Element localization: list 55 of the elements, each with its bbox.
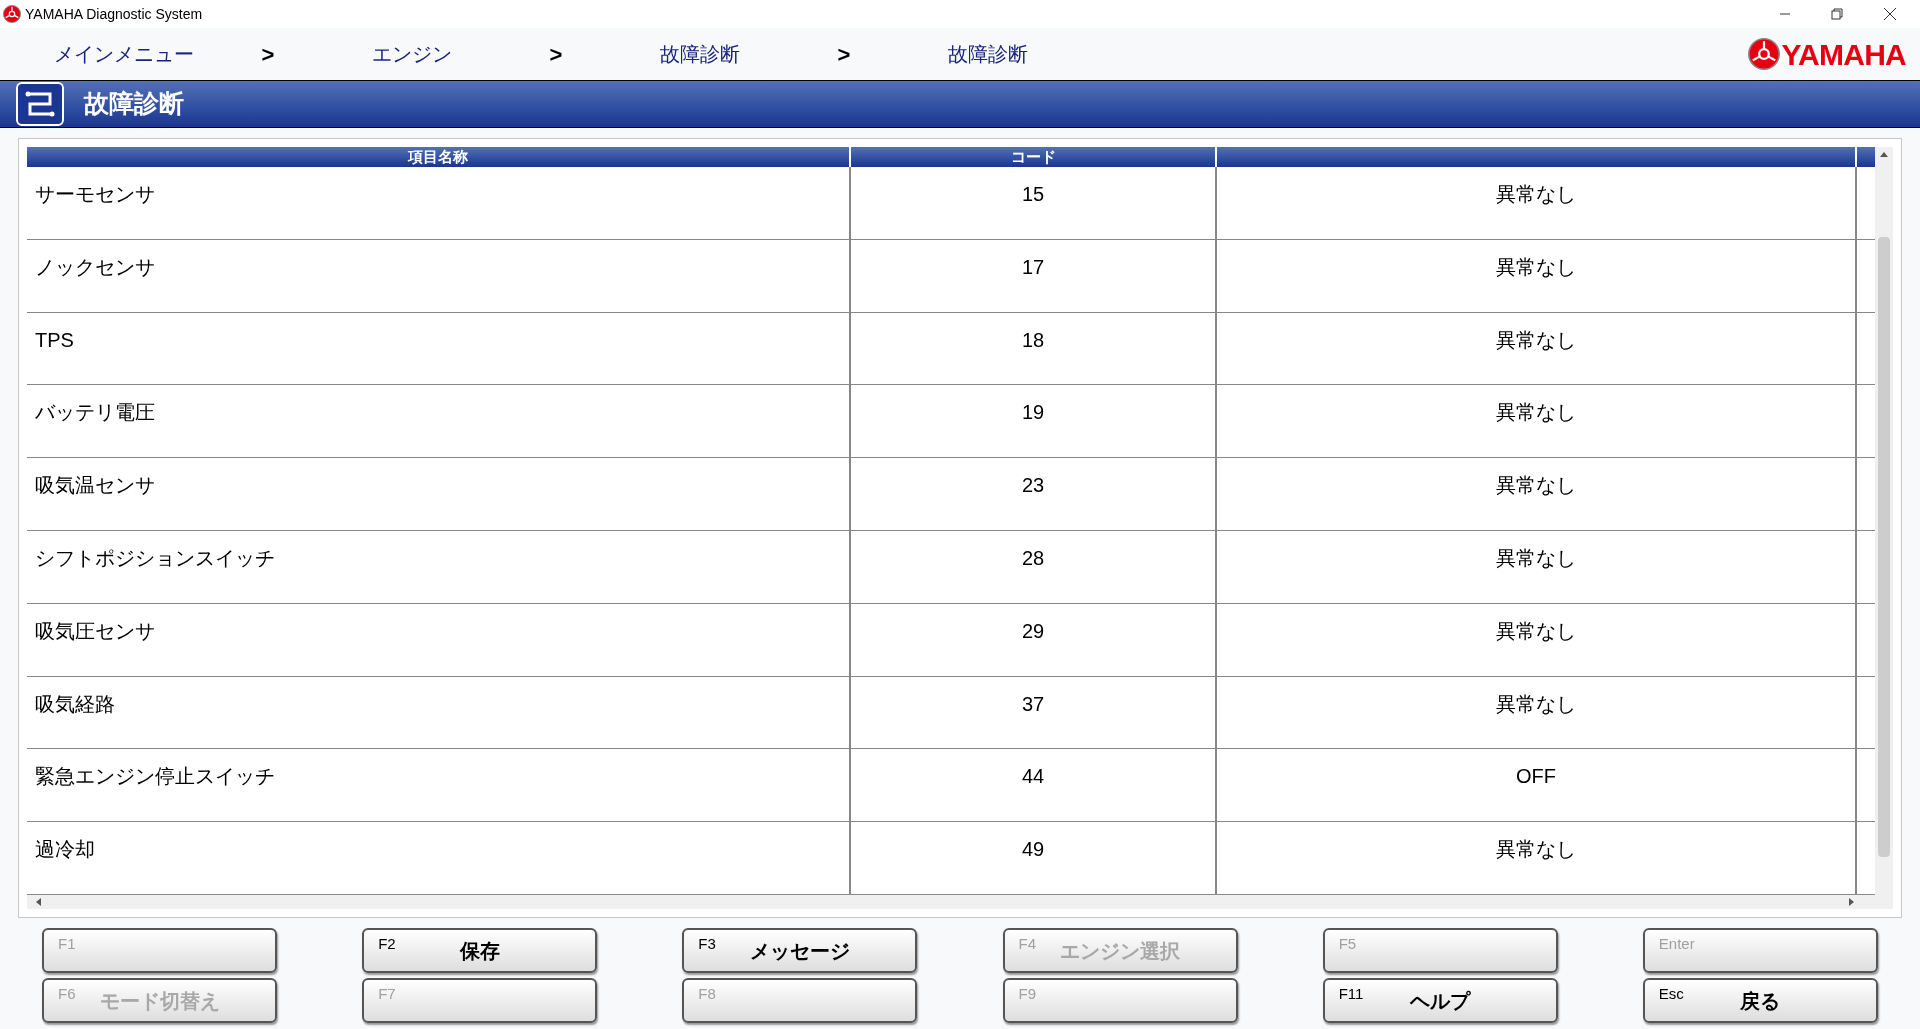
page-title: 故障診断 (84, 88, 184, 120)
close-icon[interactable] (1883, 7, 1897, 21)
table-cell: 異常なし (1217, 603, 1857, 676)
table-cell: 異常なし (1217, 676, 1857, 749)
breadcrumb-separator: > (548, 40, 564, 69)
brand-logo: YAMAHA (1781, 36, 1906, 73)
column-header: 項目名称 (27, 147, 851, 167)
table-cell: TPS (27, 312, 851, 385)
breadcrumb-separator: > (260, 40, 276, 69)
table-cell: 異常なし (1217, 531, 1857, 603)
breadcrumb-item[interactable]: 故障診断 (576, 39, 824, 69)
function-key-button[interactable]: F11 ヘルプ (1322, 978, 1558, 1023)
table-cell: 44 (851, 749, 1217, 822)
window-title: YAMAHA Diagnostic System (25, 4, 203, 24)
table-cell: 過冷却 (27, 822, 851, 894)
breadcrumb-item[interactable]: メインメニュー (0, 39, 248, 69)
scroll-left-icon[interactable] (35, 898, 41, 906)
table-cell: 吸気温センサ (27, 458, 851, 530)
table-cell: 18 (851, 312, 1217, 385)
table-cell: 異常なし (1217, 458, 1857, 530)
table-cell: 37 (851, 676, 1217, 749)
brand-logo-icon (1747, 38, 1780, 70)
table-cell: 異常なし (1217, 822, 1857, 894)
breadcrumb-item[interactable]: エンジン (288, 39, 536, 69)
table-cell: 異常なし (1217, 312, 1857, 385)
function-key-button[interactable]: Esc 戻る (1642, 978, 1878, 1023)
function-key-button[interactable]: F2 保存 (362, 928, 598, 973)
table-cell: 吸気圧センサ (27, 603, 851, 676)
table-cell: 17 (851, 239, 1217, 312)
table-cell: 異常なし (1217, 239, 1857, 312)
column-header: コード (851, 147, 1217, 167)
table-cell: 異常なし (1217, 167, 1857, 239)
table-cell: サーモセンサ (27, 167, 851, 239)
table-cell: 29 (851, 603, 1217, 676)
table-cell: 49 (851, 822, 1217, 894)
function-key-button[interactable]: F3 メッセージ (682, 928, 918, 973)
table-cell: 28 (851, 531, 1217, 603)
scroll-right-icon[interactable] (1849, 898, 1855, 906)
app-icon (3, 5, 21, 23)
table-cell: 23 (851, 458, 1217, 530)
table-cell: 19 (851, 385, 1217, 458)
diagnosis-icon (16, 82, 64, 126)
breadcrumb-separator: > (836, 40, 852, 69)
table-cell: バッテリ電圧 (27, 385, 851, 458)
scroll-up-icon[interactable] (1880, 151, 1888, 157)
scroll-thumb[interactable] (1878, 237, 1890, 857)
table-cell: シフトポジションスイッチ (27, 531, 851, 603)
table-cell: 15 (851, 167, 1217, 239)
table-cell: 緊急エンジン停止スイッチ (27, 749, 851, 822)
restore-icon[interactable] (1831, 8, 1843, 20)
table-cell: ノックセンサ (27, 239, 851, 312)
table-cell: 異常なし (1217, 385, 1857, 458)
table-cell: 吸気経路 (27, 676, 851, 749)
breadcrumb-item[interactable]: 故障診断 (864, 39, 1112, 69)
table-cell: OFF (1217, 749, 1857, 822)
